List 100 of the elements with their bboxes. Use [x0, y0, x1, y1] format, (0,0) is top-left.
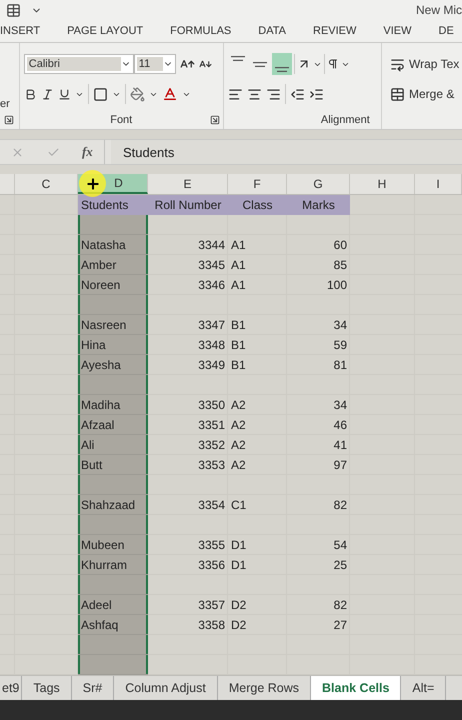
table-cell-text: 81	[332, 356, 348, 374]
group-label: Font	[109, 114, 134, 126]
table-cell: Ayesha	[78, 355, 148, 376]
table-cell-text: 85	[332, 256, 348, 274]
ribbon-tab[interactable]: VIEW	[383, 25, 412, 38]
underline-icon[interactable]	[58, 88, 71, 101]
table-cell-text: 3355	[197, 536, 226, 554]
table-cell-text: D2	[230, 596, 248, 614]
align-right-icon[interactable]	[266, 86, 281, 102]
decrease-indent-icon[interactable]	[290, 86, 305, 102]
pilcrow-icon[interactable]	[326, 58, 339, 70]
table-cell-text: 34	[332, 396, 348, 414]
bold-icon[interactable]	[24, 88, 37, 101]
table-cell-text: A2	[230, 396, 247, 414]
wrap-text-button[interactable]: Wrap Tex	[388, 56, 462, 72]
dialog-launcher-icon[interactable]	[4, 115, 14, 126]
header-cell: Students	[78, 195, 148, 216]
table-cell: Noreen	[78, 275, 148, 296]
align-icon	[274, 67, 289, 72]
table-cell-text: 27	[332, 616, 348, 634]
table-cell-text: B1	[230, 336, 247, 354]
table-cell-text: 97	[332, 456, 348, 474]
table-cell-text: 25	[332, 556, 348, 574]
wrap-text-icon	[390, 56, 406, 72]
ribbon-tab[interactable]: INSERT	[0, 25, 40, 38]
table-cell-text: A1	[230, 236, 247, 254]
table-cell-text: 3358	[197, 616, 226, 634]
table-cell-text: 41	[332, 436, 348, 454]
table-cell-text: 60	[332, 236, 348, 254]
formula-field[interactable]: Students	[111, 140, 462, 164]
align-icon	[252, 62, 267, 67]
border-icon[interactable]	[92, 86, 108, 102]
table-cell: Adeel	[78, 595, 148, 616]
table-cell-text: 3356	[197, 556, 226, 574]
table-cell: Mubeen	[78, 535, 148, 556]
sheet-tab[interactable]: Blank Cells	[311, 676, 402, 700]
table-cell-text: 82	[332, 596, 348, 614]
table-cell-text: 46	[332, 416, 348, 434]
table-cell: Butt	[78, 455, 148, 476]
column-header[interactable]: F	[228, 174, 287, 194]
table-cell-text: A2	[230, 436, 247, 454]
header-cell: Roll Number	[148, 195, 228, 216]
table-cell-text: 100	[326, 276, 348, 294]
table-cell-text: D2	[230, 616, 248, 634]
font-name-dropdown[interactable]: Calibri	[24, 54, 134, 74]
header-cell: Marks	[287, 195, 350, 216]
table-cell-text: D1	[230, 536, 248, 554]
table-icon[interactable]	[6, 2, 21, 18]
table-cell-text: A1	[230, 276, 247, 294]
table-cell-text: 3349	[197, 356, 226, 374]
font-color-icon[interactable]	[162, 86, 178, 102]
table-cell: Khurram	[78, 555, 148, 576]
table-cell-text: 3348	[197, 336, 226, 354]
ribbon-tab[interactable]: REVIEW	[313, 25, 356, 38]
table-cell-text: 59	[332, 336, 348, 354]
ribbon-tab[interactable]: DATA	[258, 25, 286, 38]
table-cell-text: 3353	[197, 456, 226, 474]
ribbon-tab[interactable]: FORMULAS	[170, 25, 232, 38]
table-cell-text: A2	[230, 456, 247, 474]
column-header[interactable]: E	[148, 174, 228, 194]
ribbon-tab[interactable]: PAGE LAYOUT	[67, 25, 144, 38]
align-center-icon[interactable]	[246, 86, 262, 102]
table-cell: Shahzaad	[78, 495, 148, 516]
column-header[interactable]: H	[350, 174, 415, 194]
table-cell-text: 3351	[197, 416, 226, 434]
align-icon	[230, 56, 245, 62]
table-cell-text: 54	[332, 536, 348, 554]
table-cell-text: 3345	[197, 256, 226, 274]
table-cell-text: 3350	[197, 396, 226, 414]
column-header[interactable]: G	[287, 174, 350, 194]
table-cell-text: 3344	[197, 236, 226, 254]
table-cell-text: 3357	[197, 596, 226, 614]
window-title: New Mic	[416, 3, 462, 18]
table-cell: Ali	[78, 435, 148, 456]
increase-indent-icon[interactable]	[308, 86, 324, 102]
table-cell-text: D1	[230, 556, 248, 574]
font-size-dropdown[interactable]: 11	[134, 54, 176, 74]
table-cell: Amber	[78, 255, 148, 276]
table-cell-text: 82	[332, 496, 348, 514]
table-cell-text: 3354	[197, 496, 226, 514]
vertical-align-button[interactable]	[272, 53, 292, 76]
group-label: Alignment	[320, 114, 371, 126]
table-cell: Ashfaq	[78, 615, 148, 636]
table-cell-text: A1	[230, 256, 247, 274]
merge-cells-icon	[390, 86, 406, 102]
table-cell-text: C1	[230, 496, 248, 514]
merge-button[interactable]: Merge &	[388, 86, 456, 102]
button-label[interactable]: er	[0, 98, 10, 110]
table-cell: Afzaal	[78, 415, 148, 436]
table-cell-text: 34	[332, 316, 348, 334]
table-cell: Natasha	[78, 235, 148, 256]
ribbon-tab[interactable]: DE	[438, 25, 454, 38]
table-cell: Nasreen	[78, 315, 148, 336]
align-left-icon[interactable]	[228, 86, 243, 102]
dialog-launcher-icon[interactable]	[210, 115, 220, 126]
column-header[interactable]: I	[415, 174, 462, 194]
fill-color-icon[interactable]	[130, 86, 145, 102]
table-cell-text: 3346	[197, 276, 226, 294]
insert-function-button[interactable]: fx	[82, 144, 93, 160]
italic-icon[interactable]	[40, 88, 54, 101]
